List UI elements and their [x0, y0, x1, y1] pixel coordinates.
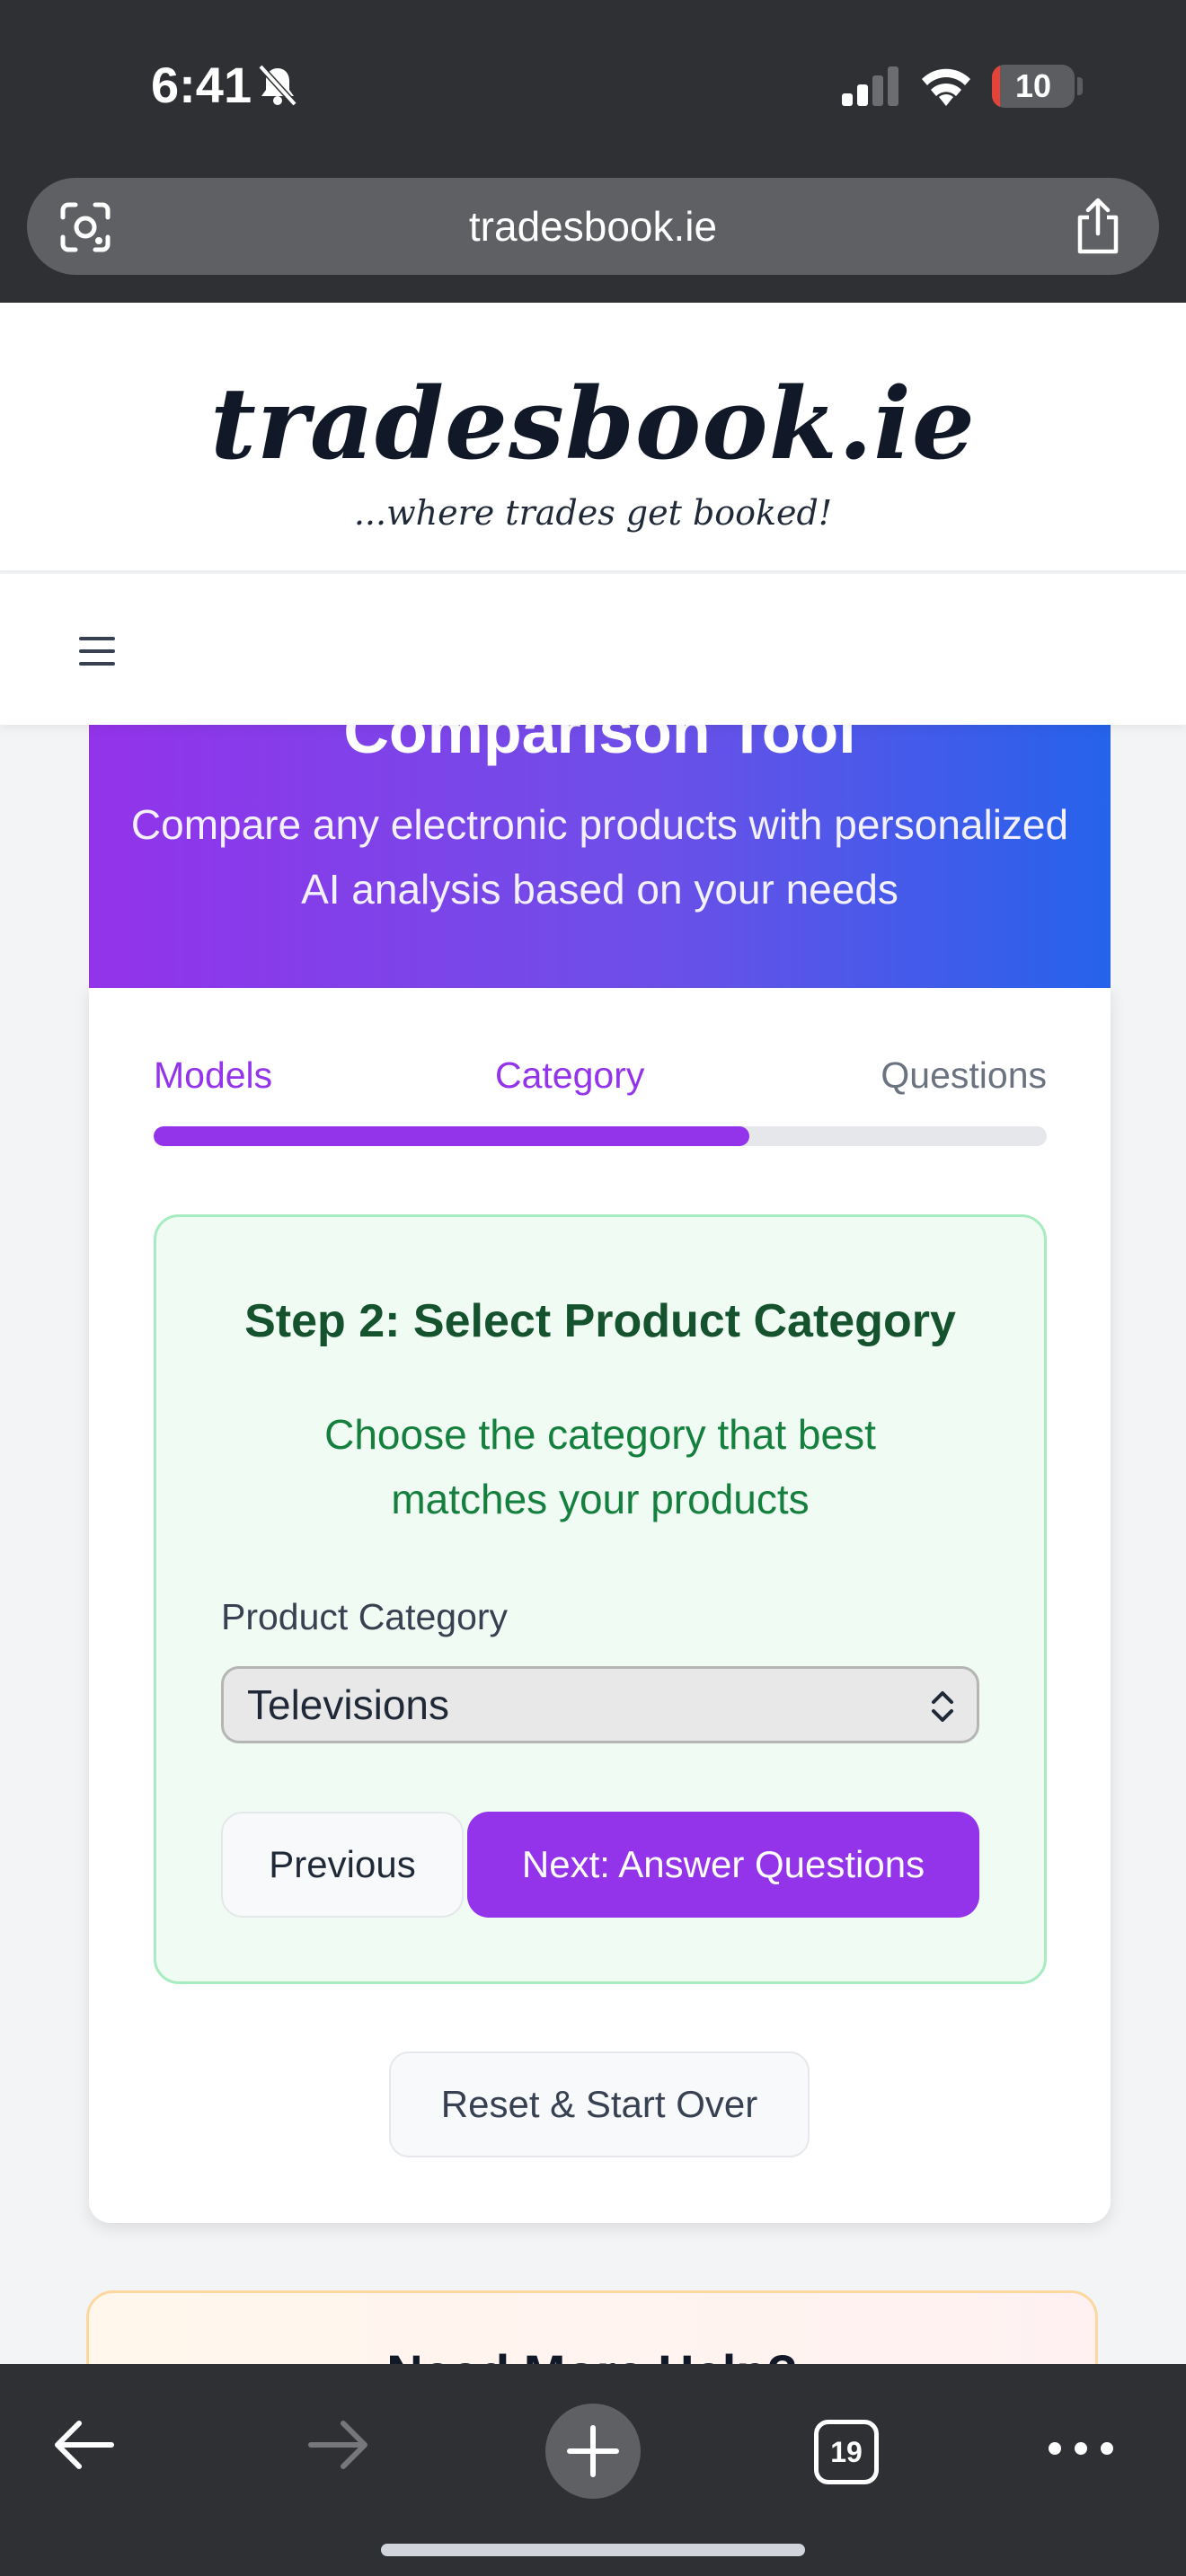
progress-fill	[154, 1126, 749, 1146]
previous-button[interactable]: Previous	[221, 1812, 464, 1918]
product-category-label: Product Category	[221, 1596, 509, 1637]
reset-start-over-button[interactable]: Reset & Start Over	[389, 2051, 810, 2157]
battery-tip	[1077, 77, 1083, 95]
tab-count-button[interactable]: 19	[814, 2420, 879, 2484]
site-tagline: ...where trades get booked!	[353, 493, 833, 533]
address-bar[interactable]: tradesbook.ie	[27, 178, 1159, 275]
status-time: 6:41	[151, 57, 252, 113]
cellular-signal-icon	[842, 66, 898, 106]
battery-indicator: 10	[992, 65, 1075, 108]
site-header: tradesbook.ie ...where trades get booked…	[0, 303, 1186, 572]
hero-subtitle: Compare any electronic products with per…	[130, 801, 1069, 913]
category-step-panel: Step 2: Select Product Category Choose t…	[154, 1214, 1047, 1984]
progress-bar	[154, 1126, 1047, 1146]
step-category: Category	[495, 1054, 645, 1096]
comparison-card: Models Category Questions Step 2: Select…	[89, 986, 1111, 2223]
battery-percent: 10	[1014, 67, 1052, 104]
more-options-icon[interactable]	[1048, 2439, 1114, 2457]
bell-slash-icon	[258, 64, 297, 107]
wifi-icon	[922, 68, 970, 106]
site-logo[interactable]: tradesbook.ie	[0, 366, 1186, 481]
chevron-updown-icon	[932, 1691, 953, 1722]
step-questions: Questions	[881, 1054, 1047, 1096]
step-title: Step 2: Select Product Category	[244, 1295, 956, 1347]
step-indicator: Models Category Questions	[154, 1054, 1047, 1096]
back-arrow-icon[interactable]	[52, 2418, 117, 2472]
hamburger-menu-icon[interactable]	[79, 637, 115, 666]
share-icon[interactable]	[1071, 198, 1125, 255]
home-indicator	[381, 2544, 805, 2556]
plus-icon	[567, 2425, 619, 2477]
step-description: Choose the category that best matches yo…	[324, 1411, 876, 1522]
new-tab-button[interactable]	[545, 2404, 641, 2499]
next-answer-questions-button[interactable]: Next: Answer Questions	[467, 1812, 979, 1918]
browser-bottom-toolbar: 19	[0, 2364, 1186, 2576]
browser-top-bar: 6:41 10 tradesbook.ie	[0, 0, 1186, 303]
product-category-select[interactable]: Televisions	[221, 1666, 979, 1743]
selected-category[interactable]: Televisions	[247, 1669, 449, 1741]
navbar	[0, 574, 1186, 725]
forward-arrow-icon[interactable]	[305, 2418, 370, 2472]
step-models: Models	[154, 1054, 273, 1096]
url-text[interactable]: tradesbook.ie	[27, 178, 1159, 275]
